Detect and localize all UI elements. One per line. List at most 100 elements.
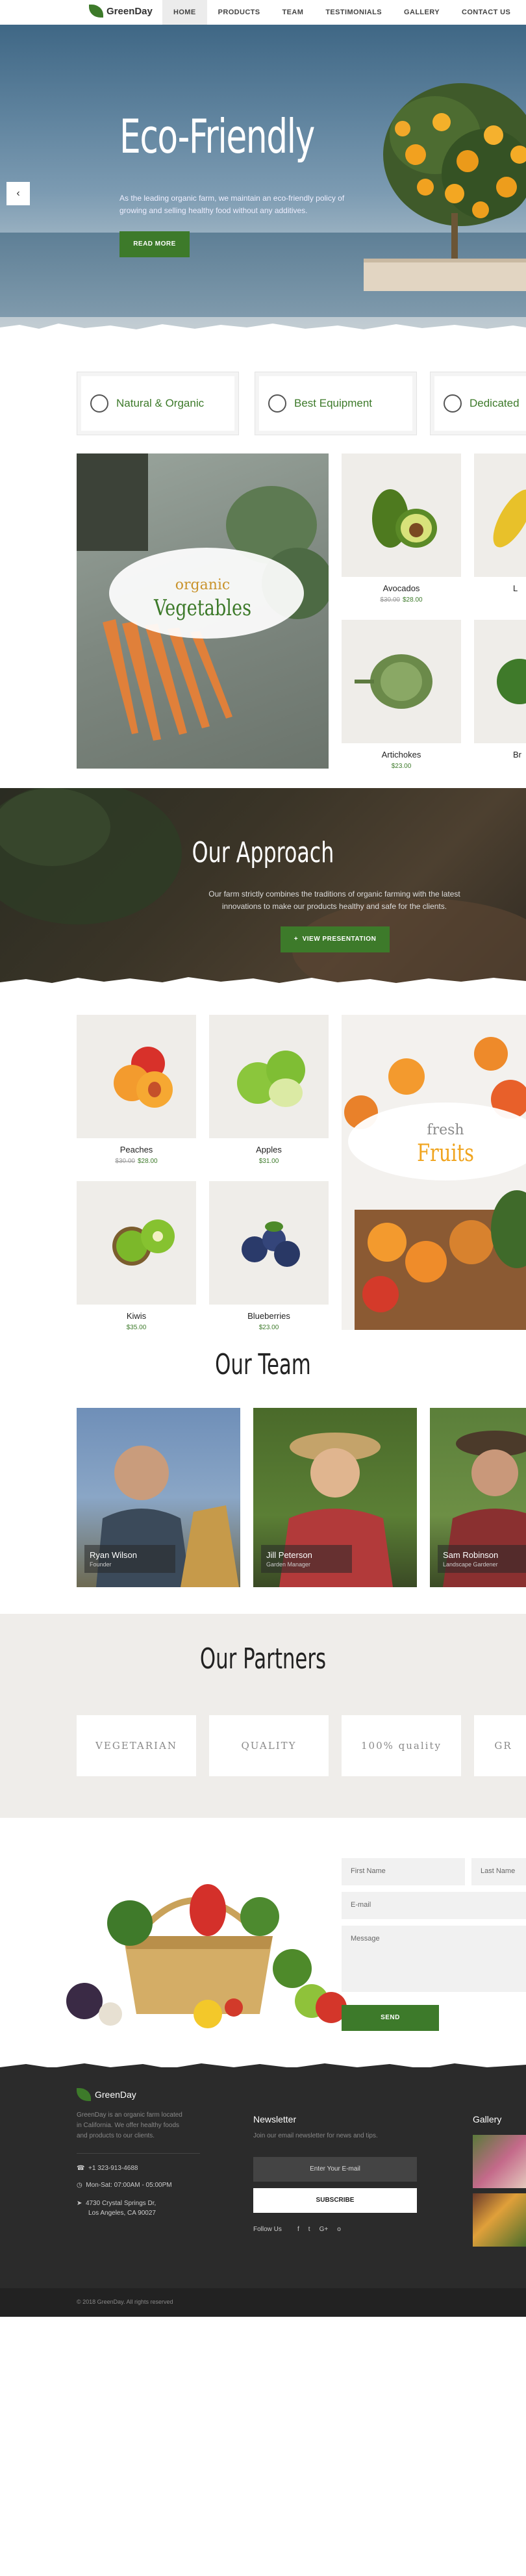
artichoke-image bbox=[355, 654, 432, 709]
nav-item-gallery[interactable]: GALLERY bbox=[393, 0, 451, 25]
partner-logo[interactable]: QUALITY bbox=[209, 1715, 329, 1776]
old-price: $30.00 bbox=[115, 1158, 135, 1165]
price: $23.00 bbox=[391, 763, 412, 770]
leaf-icon bbox=[90, 394, 108, 413]
product-image-apples[interactable] bbox=[209, 1015, 329, 1138]
product-image-avocados[interactable] bbox=[342, 453, 461, 577]
fruits-promo-banner[interactable]: fresh Fruits bbox=[342, 1015, 526, 1330]
feature-label: Best Equipment bbox=[294, 397, 373, 409]
sun-icon bbox=[444, 394, 462, 413]
team-member-name: Sam Robinson bbox=[443, 1550, 499, 1560]
product-image-partial[interactable] bbox=[474, 453, 526, 577]
team-member-role: Founder bbox=[90, 1561, 112, 1568]
fruits-image bbox=[344, 1037, 526, 1330]
price: $28.00 bbox=[403, 596, 423, 604]
send-button[interactable]: SEND bbox=[342, 2005, 439, 2031]
footer-address-line1: 4730 Crystal Springs Dr, bbox=[85, 2200, 157, 2207]
partner-logo[interactable]: GR bbox=[474, 1715, 526, 1776]
nav-item-contact[interactable]: CONTACT US bbox=[451, 0, 521, 25]
first-name-field[interactable]: First Name bbox=[342, 1858, 465, 1885]
nav-item-testimonials[interactable]: TESTIMONIALS bbox=[314, 0, 393, 25]
facebook-icon[interactable]: f bbox=[297, 2226, 299, 2233]
product-image-kiwis[interactable] bbox=[77, 1181, 196, 1305]
product-price: $23.00 bbox=[209, 1324, 329, 1331]
team-member-caption: Sam Robinson Landscape Gardener bbox=[438, 1545, 526, 1573]
product-name[interactable]: Blueberries bbox=[209, 1311, 329, 1321]
partner-logo[interactable]: VEGETARIAN bbox=[77, 1715, 196, 1776]
product-name[interactable]: L bbox=[513, 583, 526, 593]
footer-brand: GreenDay bbox=[95, 2089, 136, 2100]
product-name[interactable]: Artichokes bbox=[342, 750, 461, 759]
leaf-logo-icon bbox=[89, 5, 103, 18]
clock-icon: ◷ bbox=[77, 2182, 86, 2189]
social-links: f t G+ o bbox=[297, 2226, 341, 2233]
newsletter-email-input[interactable]: Enter Your E-mail bbox=[253, 2157, 417, 2182]
product-image-artichokes[interactable] bbox=[342, 620, 461, 743]
product-image-partial[interactable] bbox=[474, 620, 526, 743]
hero-banner: Eco-Friendly As the leading organic farm… bbox=[0, 25, 526, 330]
vegetable-basket-image bbox=[66, 1884, 347, 2028]
product-image-blueberries[interactable] bbox=[209, 1181, 329, 1305]
team-member-card[interactable]: Sam Robinson Landscape Gardener bbox=[430, 1408, 526, 1587]
nav-item-products[interactable]: PRODUCTS bbox=[207, 0, 271, 25]
peaches-image bbox=[114, 1047, 173, 1108]
approach-title: Our Approach bbox=[192, 836, 334, 869]
twitter-icon[interactable]: t bbox=[308, 2226, 310, 2233]
avocado-image bbox=[372, 489, 437, 548]
brand-logo[interactable]: GreenDay bbox=[89, 5, 153, 18]
product-name[interactable]: Br bbox=[513, 750, 526, 759]
nav-item-team[interactable]: TEAM bbox=[271, 0, 315, 25]
team-member-card[interactable]: Ryan Wilson Founder bbox=[77, 1408, 240, 1587]
promo-fruits-line2: Fruits bbox=[417, 1140, 474, 1167]
torn-paper-divider bbox=[0, 324, 526, 338]
team-member-role: Garden Manager bbox=[266, 1561, 311, 1568]
orange-tree-image bbox=[364, 83, 526, 291]
leaf-logo-icon bbox=[77, 2088, 91, 2101]
view-presentation-button[interactable]: + VIEW PRESENTATION bbox=[281, 926, 390, 952]
read-more-button[interactable]: READ MORE bbox=[119, 231, 190, 257]
footer-bottom-bar: © 2018 GreenDay. All rights reserved bbox=[0, 2288, 526, 2317]
product-price: $31.00 bbox=[209, 1158, 329, 1165]
footer-logo[interactable]: GreenDay bbox=[77, 2088, 136, 2101]
view-presentation-label: VIEW PRESENTATION bbox=[302, 936, 377, 943]
email-field[interactable]: E-mail bbox=[342, 1892, 526, 1919]
team-member-card[interactable]: Jill Peterson Garden Manager bbox=[253, 1408, 417, 1587]
product-name[interactable]: Peaches bbox=[77, 1145, 196, 1154]
product-price: $35.00 bbox=[77, 1324, 196, 1331]
broccoli-image bbox=[497, 659, 526, 704]
product-image-peaches[interactable] bbox=[77, 1015, 196, 1138]
hero-text: As the leading organic farm, we maintain… bbox=[119, 194, 345, 215]
footer-about: GreenDay is an organic farm located in C… bbox=[77, 2111, 182, 2139]
kiwis-image bbox=[112, 1219, 175, 1266]
message-field[interactable]: Message bbox=[342, 1926, 526, 1992]
subscribe-button[interactable]: SUBSCRIBE bbox=[253, 2188, 417, 2213]
torn-paper-divider bbox=[0, 977, 526, 991]
approach-section: Our Approach Our farm strictly combines … bbox=[0, 788, 526, 989]
nav-item-home[interactable]: HOME bbox=[162, 0, 207, 25]
team-title: Our Team bbox=[215, 1348, 311, 1381]
gallery-thumbnail[interactable] bbox=[473, 2193, 526, 2247]
footer-hours: Mon-Sat: 07:00AM - 05:00PM bbox=[86, 2182, 172, 2189]
partner-logo[interactable]: 100% quality bbox=[342, 1715, 461, 1776]
price: $35.00 bbox=[126, 1324, 147, 1331]
location-icon: ➤ bbox=[77, 2200, 86, 2207]
footer-phone-row: ☎ +1 323-913-4688 bbox=[77, 2165, 138, 2172]
brand-name: GreenDay bbox=[106, 5, 153, 17]
top-navigation: GreenDay HOME PRODUCTS TEAM TESTIMONIALS… bbox=[0, 0, 526, 25]
footer: GreenDay GreenDay is an organic farm loc… bbox=[0, 2067, 526, 2317]
product-price: $23.00 bbox=[342, 763, 461, 770]
product-name[interactable]: Apples bbox=[209, 1145, 329, 1154]
hero-title: Eco-Friendly bbox=[119, 109, 315, 164]
arrow-left-icon[interactable]: ‹ bbox=[6, 182, 30, 205]
team-member-caption: Ryan Wilson Founder bbox=[84, 1545, 175, 1573]
vegetables-promo-banner[interactable]: organic Vegetables bbox=[77, 453, 329, 769]
product-name[interactable]: Kiwis bbox=[77, 1311, 196, 1321]
feature-label: Natural & Organic bbox=[116, 397, 205, 409]
gallery-thumbnail[interactable] bbox=[473, 2135, 526, 2188]
product-name[interactable]: Avocados bbox=[342, 583, 461, 593]
instagram-icon[interactable]: o bbox=[337, 2226, 341, 2233]
footer-address-row: ➤ 4730 Crystal Springs Dr, Los Angeles, C… bbox=[77, 2199, 156, 2218]
price: $28.00 bbox=[138, 1158, 158, 1165]
last-name-field[interactable]: Last Name bbox=[471, 1858, 526, 1885]
google-plus-icon[interactable]: G+ bbox=[319, 2226, 329, 2233]
